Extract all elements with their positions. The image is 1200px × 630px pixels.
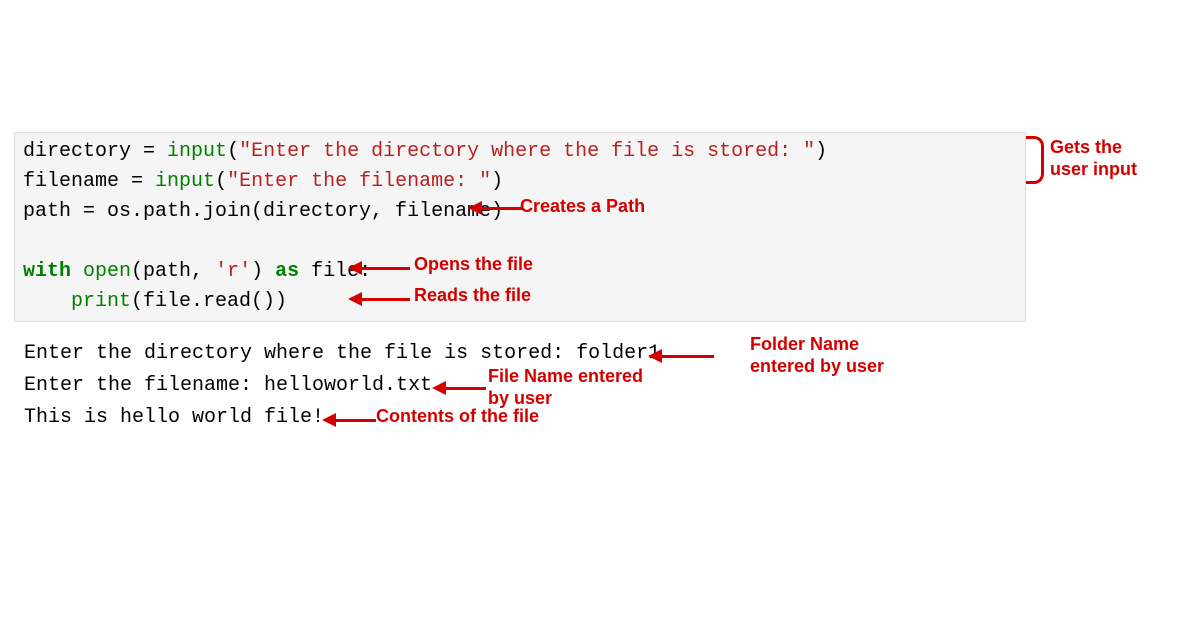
arrow-icon bbox=[348, 292, 410, 306]
arrow-icon bbox=[432, 381, 486, 395]
code-line-1: directory = input("Enter the directory w… bbox=[23, 137, 1017, 167]
code-paren: ) bbox=[491, 170, 503, 193]
code-text: path = os.path.join(directory, filename) bbox=[23, 200, 503, 223]
arrow-icon bbox=[468, 201, 522, 215]
arrow-icon bbox=[322, 413, 376, 427]
code-fn: input bbox=[167, 140, 227, 163]
code-var: filename bbox=[23, 170, 131, 193]
annotation-creates-path: Creates a Path bbox=[520, 196, 645, 218]
code-line-blank bbox=[23, 227, 1017, 257]
code-fn: open bbox=[83, 260, 131, 283]
arrow-icon bbox=[648, 349, 714, 363]
annotation-gets-input: Gets the user input bbox=[1050, 137, 1137, 180]
annotation-opens-file: Opens the file bbox=[414, 254, 533, 276]
code-kw: with bbox=[23, 260, 71, 283]
code-paren: ( bbox=[215, 170, 227, 193]
code-kw: as bbox=[275, 260, 299, 283]
code-str: "Enter the directory where the file is s… bbox=[239, 140, 815, 163]
annotation-file-name: File Name entered by user bbox=[488, 366, 643, 409]
arrow-icon bbox=[348, 261, 410, 275]
code-op: = bbox=[131, 170, 155, 193]
code-str: "Enter the filename: " bbox=[227, 170, 491, 193]
code-fn: print bbox=[71, 290, 131, 313]
annotation-contents: Contents of the file bbox=[376, 406, 539, 428]
code-op: = bbox=[143, 140, 167, 163]
code-line-2: filename = input("Enter the filename: ") bbox=[23, 167, 1017, 197]
brace-icon bbox=[1026, 136, 1044, 184]
annotation-folder-name: Folder Name entered by user bbox=[750, 334, 884, 377]
code-fn: input bbox=[155, 170, 215, 193]
annotation-reads-file: Reads the file bbox=[414, 285, 531, 307]
code-paren: ) bbox=[815, 140, 827, 163]
code-var: directory bbox=[23, 140, 143, 163]
code-str: 'r' bbox=[215, 260, 251, 283]
code-paren: ( bbox=[227, 140, 239, 163]
